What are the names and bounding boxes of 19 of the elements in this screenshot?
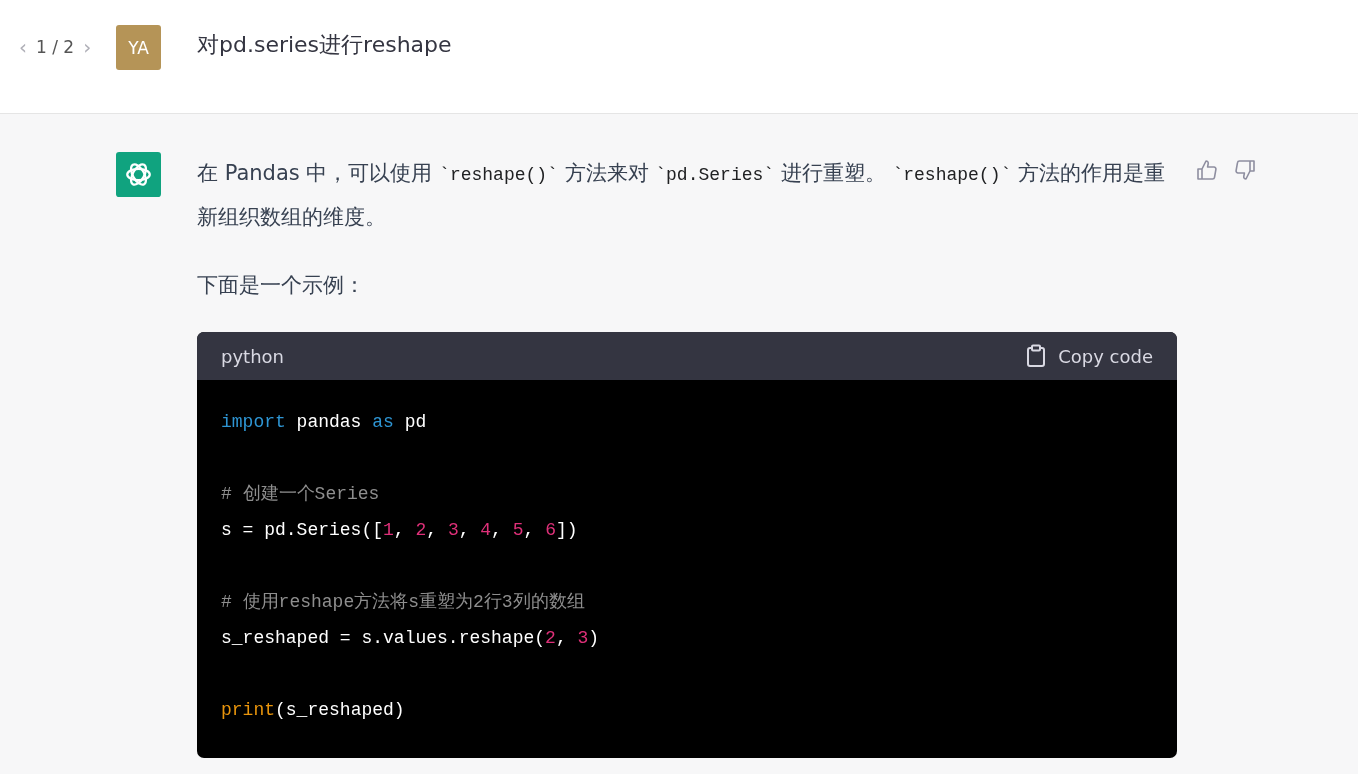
user-message: 对pd.series进行reshape — [197, 31, 452, 59]
code-line: s_reshaped = s.values.reshape(2, 3) — [221, 627, 601, 650]
user-avatar: YA — [116, 25, 161, 70]
code-line: # 创建一个Series — [221, 483, 381, 506]
reply-paragraph: 在 Pandas 中，可以使用 `reshape()` 方法来对 `pd.Series` 进行重塑。 `reshape()` 方法的作用是重新组织数组的维度。 — [197, 160, 1166, 231]
thumbs-up-icon[interactable] — [1195, 158, 1219, 182]
code-line: print(s_reshaped) — [221, 699, 406, 722]
assistant-logo-icon — [116, 152, 161, 197]
code-language: python — [221, 345, 284, 367]
page-counter: 1 / 2 — [36, 37, 75, 57]
next-button[interactable]: › — [80, 35, 95, 59]
code-line: # 使用reshape方法将s重塑为2行3列的数组 — [221, 590, 586, 614]
clipboard-icon — [1026, 344, 1047, 368]
code-line: import pandas as pd — [221, 411, 428, 434]
copy-code-button[interactable]: Copy code — [1026, 344, 1153, 368]
reply-paragraph: 下面是一个示例： — [197, 272, 366, 299]
previous-button[interactable]: ‹ — [16, 35, 30, 59]
code-line: s = pd.Series([1, 2, 3, 4, 5, 6]) — [221, 519, 579, 542]
thumbs-down-icon[interactable] — [1233, 158, 1257, 182]
